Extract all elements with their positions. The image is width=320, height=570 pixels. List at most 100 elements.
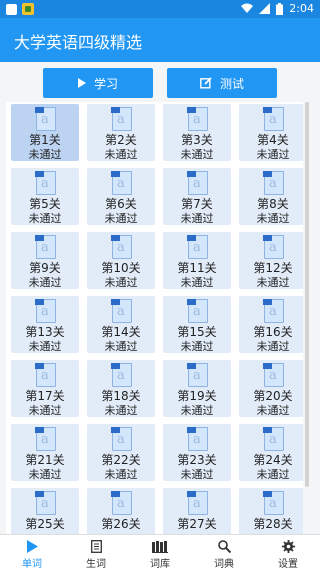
- level-status: 未通过: [180, 404, 214, 417]
- nav-item-settings[interactable]: 设置: [256, 535, 320, 570]
- document-letter: a: [193, 496, 201, 511]
- level-cell[interactable]: a 第15关 未通过: [163, 296, 231, 353]
- document-letter: a: [41, 496, 49, 511]
- document-icon: a: [263, 171, 284, 195]
- document-icon: a: [35, 299, 56, 323]
- notification-square-icon: [6, 3, 17, 15]
- level-cell[interactable]: a 第9关 未通过: [11, 232, 79, 289]
- level-cell[interactable]: a 第19关 未通过: [163, 360, 231, 417]
- level-status: 未通过: [256, 404, 290, 417]
- level-cell[interactable]: a 第2关 未通过: [87, 104, 155, 161]
- document-icon: a: [111, 427, 132, 451]
- level-cell[interactable]: a 第25关: [11, 488, 79, 534]
- level-status: 未通过: [256, 468, 290, 481]
- document-icon: a: [187, 171, 208, 195]
- document-icon: a: [263, 427, 284, 451]
- scrollbar[interactable]: [305, 102, 309, 487]
- level-cell[interactable]: a 第5关 未通过: [11, 168, 79, 225]
- document-icon: a: [35, 427, 56, 451]
- nav-item-word-bank[interactable]: 词库: [128, 535, 192, 570]
- level-cell[interactable]: a 第10关 未通过: [87, 232, 155, 289]
- level-cell[interactable]: a 第28关: [239, 488, 303, 534]
- nav-label: 词库: [150, 559, 170, 570]
- document-letter: a: [193, 240, 201, 255]
- level-label: 第26关: [101, 517, 141, 531]
- level-cell[interactable]: a 第23关 未通过: [163, 424, 231, 481]
- level-cell[interactable]: a 第21关 未通过: [11, 424, 79, 481]
- nav-item-dictionary[interactable]: 词典: [192, 535, 256, 570]
- level-cell[interactable]: a 第18关 未通过: [87, 360, 155, 417]
- level-status: 未通过: [104, 276, 138, 289]
- level-grid: a 第1关 未通过 a 第2关 未通过 a 第3关 未通过 a 第4关 未通过 a 第5关 未通过 a 第6关未…: [11, 104, 303, 534]
- nav-label: 词典: [214, 559, 234, 570]
- level-label: 第25关: [25, 517, 65, 531]
- document-icon: a: [263, 363, 284, 387]
- document-letter: a: [117, 240, 125, 255]
- level-grid-container: a 第1关 未通过 a 第2关 未通过 a 第3关 未通过 a 第4关 未通过 a 第5关 未通过 a 第6关未…: [6, 102, 303, 534]
- test-button[interactable]: 测试: [167, 68, 277, 98]
- play-icon: [26, 540, 38, 553]
- document-letter: a: [193, 112, 201, 127]
- document-letter: a: [117, 112, 125, 127]
- status-bar: 2:04: [0, 0, 320, 18]
- nav-label: 生词: [86, 559, 106, 570]
- level-cell[interactable]: a 第1关 未通过: [11, 104, 79, 161]
- document-icon: a: [35, 363, 56, 387]
- document-icon: a: [35, 107, 56, 131]
- document-letter: a: [41, 304, 49, 319]
- app-notification-icon: [22, 3, 34, 15]
- level-cell[interactable]: a 第3关 未通过: [163, 104, 231, 161]
- document-letter: a: [41, 368, 49, 383]
- level-cell[interactable]: a 第13关 未通过: [11, 296, 79, 353]
- bottom-nav: 单词 生词 词库 词典 设置: [0, 534, 320, 570]
- level-status: 未通过: [28, 148, 62, 161]
- play-icon: [77, 78, 86, 88]
- level-cell[interactable]: a 第24关 未通过: [239, 424, 303, 481]
- level-status: 未通过: [256, 276, 290, 289]
- level-status: 未通过: [104, 148, 138, 161]
- nav-label: 设置: [278, 559, 298, 570]
- document-letter: a: [41, 432, 49, 447]
- level-cell[interactable]: a 第8关 未通过: [239, 168, 303, 225]
- level-status: 未通过: [28, 468, 62, 481]
- level-status: 未通过: [180, 276, 214, 289]
- document-letter: a: [193, 304, 201, 319]
- level-status: 未通过: [256, 212, 290, 225]
- level-cell[interactable]: a 第6关 未通过: [87, 168, 155, 225]
- document-icon: a: [35, 171, 56, 195]
- level-status: 未通过: [104, 468, 138, 481]
- document-letter: a: [269, 112, 277, 127]
- level-cell[interactable]: a 第4关 未通过: [239, 104, 303, 161]
- level-cell[interactable]: a 第14关 未通过: [87, 296, 155, 353]
- study-button[interactable]: 学习: [43, 68, 153, 98]
- document-letter: a: [269, 368, 277, 383]
- nav-item-words[interactable]: 单词: [0, 535, 64, 570]
- level-status: 未通过: [180, 340, 214, 353]
- document-letter: a: [193, 432, 201, 447]
- document-letter: a: [269, 240, 277, 255]
- document-icon: a: [111, 107, 132, 131]
- level-cell[interactable]: a 第17关 未通过: [11, 360, 79, 417]
- level-cell[interactable]: a 第7关 未通过: [163, 168, 231, 225]
- level-cell[interactable]: a 第26关: [87, 488, 155, 534]
- document-icon: a: [187, 107, 208, 131]
- level-cell[interactable]: a 第20关 未通过: [239, 360, 303, 417]
- level-status: 未通过: [28, 212, 62, 225]
- level-status: 未通过: [256, 340, 290, 353]
- signal-icon: [259, 3, 271, 14]
- level-cell[interactable]: a 第27关: [163, 488, 231, 534]
- nav-item-new-words[interactable]: 生词: [64, 535, 128, 570]
- level-cell[interactable]: a 第22关 未通过: [87, 424, 155, 481]
- document-letter: a: [269, 432, 277, 447]
- wifi-icon: [241, 3, 254, 13]
- note-icon: [90, 540, 102, 553]
- level-status: 未通过: [104, 340, 138, 353]
- level-cell[interactable]: a 第12关 未通过: [239, 232, 303, 289]
- books-icon: [152, 540, 168, 553]
- level-status: 未通过: [104, 212, 138, 225]
- document-icon: a: [111, 235, 132, 259]
- level-cell[interactable]: a 第11关 未通过: [163, 232, 231, 289]
- level-status: 未通过: [28, 276, 62, 289]
- level-cell[interactable]: a 第16关 未通过: [239, 296, 303, 353]
- main-content: 学习 测试 a 第1关 未通过 a 第2关 未通过 a 第3关 未通过 a 第4关 未通过 a 第5关 未通…: [0, 62, 320, 534]
